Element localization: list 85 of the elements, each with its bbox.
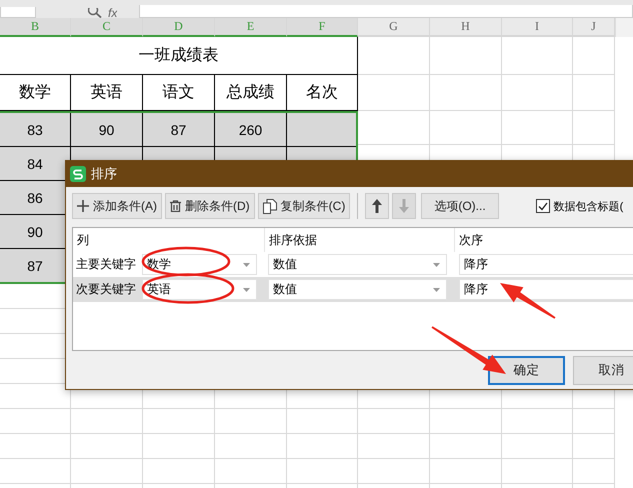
key-label: 次要关键字 xyxy=(75,281,137,298)
header-cell: 语文 xyxy=(143,75,215,111)
empty-cell xyxy=(71,434,143,459)
empty-cell xyxy=(143,434,215,459)
ok-button[interactable]: 确定 xyxy=(488,356,565,385)
up-arrow-icon xyxy=(372,199,382,213)
delete-condition-button[interactable]: 删除条件(D) xyxy=(165,193,255,219)
dialog-title: 排序 xyxy=(91,165,117,183)
empty-cell xyxy=(358,459,430,484)
basis-dropdown[interactable]: 数值 xyxy=(268,254,447,275)
basis-dropdown[interactable]: 数值 xyxy=(268,279,447,300)
empty-cell xyxy=(0,409,71,434)
options-button[interactable]: 选项(O)... xyxy=(421,193,499,219)
down-arrow-icon xyxy=(399,199,410,213)
order-field[interactable]: 降序 xyxy=(459,254,633,275)
annotation-arrow xyxy=(500,283,556,319)
column-heading: 排序依据 xyxy=(265,228,455,252)
empty-cell xyxy=(358,75,430,111)
empty-cell xyxy=(71,459,143,484)
name-box[interactable] xyxy=(0,7,36,18)
empty-cell xyxy=(502,75,573,111)
dropdown-caret-icon xyxy=(243,262,250,266)
dropdown-caret-icon xyxy=(433,288,440,292)
header-cell: 数学 xyxy=(0,75,71,111)
empty-cell xyxy=(143,409,215,434)
column-header[interactable]: G xyxy=(358,18,430,37)
copy-condition-button[interactable]: 复制条件(C) xyxy=(258,193,350,219)
plus-icon xyxy=(77,200,89,212)
search-icon xyxy=(88,8,102,18)
empty-cell xyxy=(0,434,71,459)
empty-cell xyxy=(502,37,573,75)
checkbox-label: 数据包含标题( xyxy=(554,200,624,214)
empty-cell xyxy=(71,409,143,434)
table-cell: 260 xyxy=(215,113,287,147)
key-label: 主要关键字 xyxy=(75,256,137,273)
empty-cell xyxy=(502,409,573,434)
dropdown-caret-icon xyxy=(243,288,250,292)
copy-icon xyxy=(262,198,277,214)
header-cell: 名次 xyxy=(287,75,358,111)
table-cell: 90 xyxy=(71,113,143,147)
empty-cell xyxy=(215,459,287,484)
empty-cell xyxy=(358,434,430,459)
dropdown-caret-icon xyxy=(433,262,440,266)
empty-cell xyxy=(430,37,502,75)
column-header[interactable]: H xyxy=(430,18,502,37)
empty-cell xyxy=(502,459,573,484)
move-up-button[interactable] xyxy=(365,193,390,219)
trash-icon xyxy=(170,200,181,212)
header-cell: 英语 xyxy=(71,75,143,111)
empty-cell xyxy=(573,409,615,434)
empty-cell xyxy=(573,459,615,484)
empty-cell xyxy=(0,459,71,484)
add-condition-button[interactable]: 添加条件(A) xyxy=(72,193,162,219)
empty-cell xyxy=(358,409,430,434)
empty-cell xyxy=(430,409,502,434)
table-cell: 87 xyxy=(143,113,215,147)
formula-input[interactable] xyxy=(139,5,633,18)
empty-cell xyxy=(143,459,215,484)
empty-cell xyxy=(215,434,287,459)
cancel-button[interactable]: 取消 xyxy=(573,356,633,385)
empty-cell xyxy=(287,434,358,459)
column-header[interactable]: I xyxy=(502,18,573,37)
app-logo-icon xyxy=(70,166,86,182)
empty-cell xyxy=(287,409,358,434)
table-cell: 84 xyxy=(0,147,71,181)
table-cell: 83 xyxy=(0,113,71,147)
empty-cell xyxy=(573,37,615,75)
order-field[interactable]: 降序 xyxy=(459,279,633,300)
header-cell: 总成绩 xyxy=(215,75,287,111)
checkbox[interactable] xyxy=(536,199,550,213)
function-label: fx xyxy=(108,8,118,18)
empty-cell xyxy=(287,459,358,484)
empty-cell xyxy=(573,434,615,459)
column-heading: 列 xyxy=(73,228,265,252)
empty-cell xyxy=(430,434,502,459)
empty-cell xyxy=(573,75,615,111)
table-title: 一班成绩表 xyxy=(0,37,358,75)
empty-cell xyxy=(358,37,430,75)
empty-cell xyxy=(430,459,502,484)
column-heading: 次序 xyxy=(455,228,633,252)
empty-cell xyxy=(430,75,502,111)
column-dropdown[interactable]: 英语 xyxy=(142,279,257,300)
condition-row[interactable]: 次要关键字 英语 数值 降序 xyxy=(73,277,633,302)
empty-cell xyxy=(215,409,287,434)
empty-cell xyxy=(502,434,573,459)
